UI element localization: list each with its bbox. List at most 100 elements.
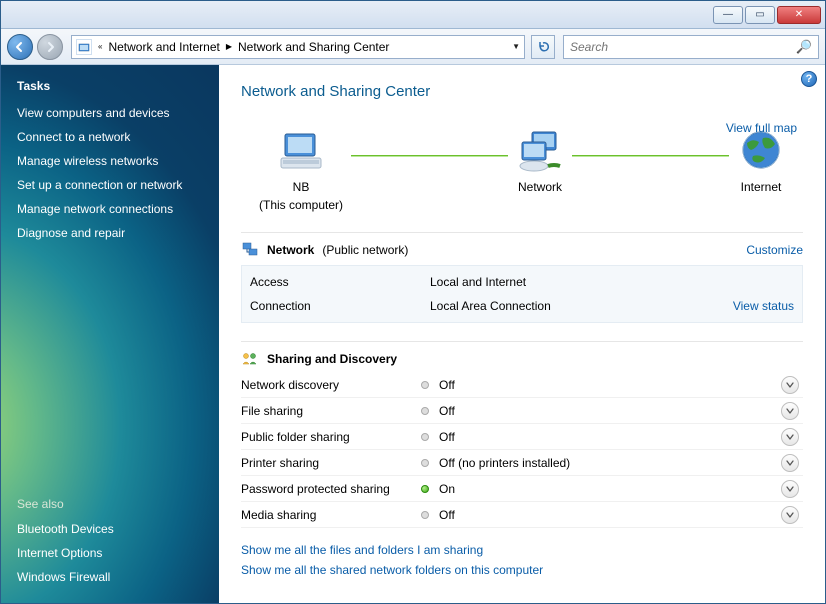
expand-button[interactable]: [781, 506, 799, 524]
expand-button[interactable]: [781, 454, 799, 472]
sharing-value: Off: [439, 404, 455, 418]
expand-button[interactable]: [781, 402, 799, 420]
globe-icon: [737, 128, 785, 176]
forward-button[interactable]: [37, 34, 63, 60]
expand-button[interactable]: [781, 428, 799, 446]
status-dot-icon: [421, 485, 429, 493]
network-header: Network (Public network) Customize: [241, 232, 803, 265]
status-dot-icon: [421, 407, 429, 415]
chevron-right-icon: ▶: [226, 42, 232, 51]
sharing-key: Network discovery: [241, 378, 421, 392]
network-info-box: Access Local and Internet Connection Loc…: [241, 265, 803, 323]
sidebar-seealso[interactable]: Internet Options: [17, 541, 203, 565]
control-panel-icon: [76, 39, 92, 55]
sharing-key: Printer sharing: [241, 456, 421, 470]
body: Tasks View computers and devices Connect…: [1, 65, 825, 603]
sharing-key: Password protected sharing: [241, 482, 421, 496]
help-icon[interactable]: ?: [801, 71, 817, 87]
breadcrumb-current[interactable]: Network and Sharing Center: [238, 40, 389, 54]
sharing-discovery-header: Sharing and Discovery: [241, 341, 803, 372]
show-shared-folders-link[interactable]: Show me all the shared network folders o…: [241, 560, 803, 580]
chevron-down-icon: [786, 407, 794, 415]
sidebar-task[interactable]: Manage wireless networks: [17, 149, 203, 173]
refresh-icon: [536, 40, 550, 54]
status-dot-icon: [421, 381, 429, 389]
map-node-network[interactable]: Network: [516, 128, 564, 212]
info-value: Local Area Connection: [430, 299, 551, 313]
sharing-value: Off: [439, 508, 455, 522]
map-connection-line: [572, 155, 729, 157]
sharing-key: Media sharing: [241, 508, 421, 522]
network-icon: [241, 241, 259, 259]
computer-icon: [277, 128, 325, 176]
arrow-left-icon: [14, 41, 26, 53]
breadcrumb-chevron-icon: «: [98, 42, 102, 51]
titlebar: — ▭ ✕: [1, 1, 825, 29]
search-input[interactable]: [570, 40, 794, 54]
sharing-value: Off (no printers installed): [439, 456, 570, 470]
network-section: Network (Public network) Customize Acces…: [241, 232, 803, 528]
customize-link[interactable]: Customize: [746, 243, 803, 257]
sidebar-seealso[interactable]: Windows Firewall: [17, 565, 203, 589]
status-dot-icon: [421, 459, 429, 467]
sidebar-task[interactable]: Manage network connections: [17, 197, 203, 221]
sharing-row: File sharing Off: [241, 398, 803, 424]
sidebar-task[interactable]: Diagnose and repair: [17, 221, 203, 245]
seealso-heading: See also: [17, 497, 203, 511]
expand-button[interactable]: [781, 480, 799, 498]
sidebar-task[interactable]: View computers and devices: [17, 101, 203, 125]
window: — ▭ ✕ « Network and Internet ▶ Network a…: [0, 0, 826, 604]
sharing-heading: Sharing and Discovery: [267, 352, 397, 366]
search-box[interactable]: 🔍: [563, 35, 819, 59]
info-key: Access: [250, 275, 430, 289]
page-title: Network and Sharing Center: [219, 65, 825, 118]
sharing-icon: [241, 350, 259, 368]
search-icon[interactable]: 🔍: [796, 39, 812, 55]
chevron-down-icon: [786, 433, 794, 441]
sharing-value: On: [439, 482, 455, 496]
map-connection-line: [351, 155, 508, 157]
sharing-row: Password protected sharing On: [241, 476, 803, 502]
map-node-sublabel: (This computer): [259, 198, 343, 212]
main-panel: ? Network and Sharing Center View full m…: [219, 65, 825, 603]
breadcrumb-parent[interactable]: Network and Internet: [108, 40, 219, 54]
view-full-map-link[interactable]: View full map: [726, 121, 797, 135]
nav-row: « Network and Internet ▶ Network and Sha…: [1, 29, 825, 65]
close-button[interactable]: ✕: [777, 6, 821, 24]
sidebar-seealso[interactable]: Bluetooth Devices: [17, 517, 203, 541]
info-row-access: Access Local and Internet: [250, 270, 794, 294]
expand-button[interactable]: [781, 376, 799, 394]
refresh-button[interactable]: [531, 35, 555, 59]
map-node-this-pc[interactable]: NB (This computer): [259, 128, 343, 212]
sidebar-task[interactable]: Set up a connection or network: [17, 173, 203, 197]
info-value: Local and Internet: [430, 275, 526, 289]
map-node-label: Network: [518, 180, 562, 194]
show-shared-files-link[interactable]: Show me all the files and folders I am s…: [241, 540, 803, 560]
network-devices-icon: [516, 128, 564, 176]
sidebar-task[interactable]: Connect to a network: [17, 125, 203, 149]
maximize-button[interactable]: ▭: [745, 6, 775, 24]
view-status-link[interactable]: View status: [733, 299, 794, 313]
bottom-links: Show me all the files and folders I am s…: [219, 528, 825, 598]
minimize-button[interactable]: —: [713, 6, 743, 24]
chevron-down-icon: [786, 511, 794, 519]
sharing-key: Public folder sharing: [241, 430, 421, 444]
status-dot-icon: [421, 511, 429, 519]
network-type: (Public network): [322, 243, 408, 257]
info-row-connection: Connection Local Area Connection View st…: [250, 294, 794, 318]
tasks-heading: Tasks: [17, 79, 203, 93]
sharing-row: Media sharing Off: [241, 502, 803, 528]
chevron-down-icon: [786, 381, 794, 389]
chevron-down-icon: [786, 485, 794, 493]
map-node-internet[interactable]: Internet: [737, 128, 785, 212]
sharing-row: Public folder sharingOff: [241, 424, 803, 450]
sharing-key: File sharing: [241, 404, 421, 418]
sharing-row: Network discoveryOff: [241, 372, 803, 398]
map-node-label: NB: [293, 180, 310, 194]
chevron-down-icon: [786, 459, 794, 467]
network-name: Network: [267, 243, 314, 257]
back-button[interactable]: [7, 34, 33, 60]
sidebar: Tasks View computers and devices Connect…: [1, 65, 219, 603]
address-dropdown-icon[interactable]: ▼: [512, 42, 520, 51]
address-bar[interactable]: « Network and Internet ▶ Network and Sha…: [71, 35, 525, 59]
